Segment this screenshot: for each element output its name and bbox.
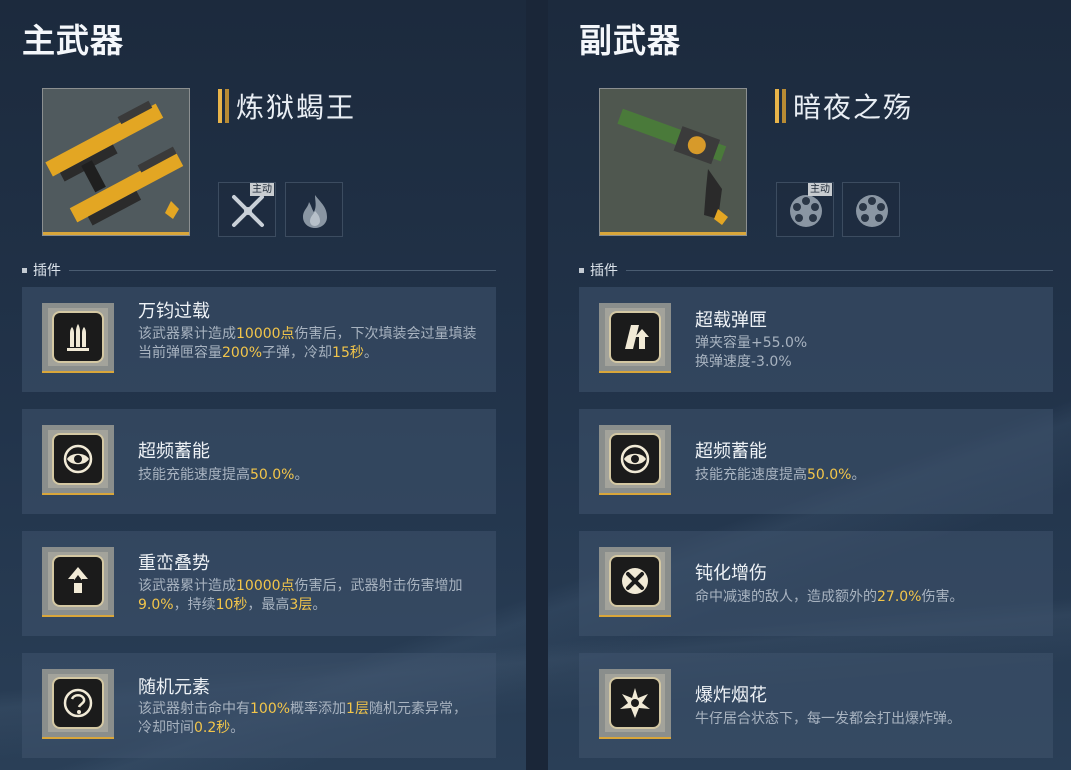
plugin-card[interactable]: 爆炸烟花 牛仔居合状态下，每一发都会打出爆炸弹。: [579, 653, 1053, 758]
revolver-image-icon: [600, 89, 746, 233]
column-divider: [526, 0, 548, 770]
passive-skill-slot[interactable]: [842, 182, 900, 237]
flame-icon: [303, 195, 327, 228]
weapon-name-block: 炼狱蝎王: [218, 88, 356, 124]
active-skill-slot[interactable]: 主动: [218, 182, 276, 237]
plugin-description: 牛仔居合状态下，每一发都会打出爆炸弹。: [695, 711, 961, 727]
crossed-guns-icon: [232, 195, 264, 227]
plugin-card[interactable]: 钝化增伤 命中减速的敌人，造成额外的27.0%伤害。: [579, 531, 1053, 636]
active-skill-slot[interactable]: 主动: [776, 182, 834, 237]
eye-icon: [63, 444, 93, 474]
arrow-up-icon: [68, 567, 88, 593]
plugin-title: 超载弹匣: [695, 310, 767, 331]
plugin-description: 该武器累计造成10000点伤害后，下次填装会过量填装当前弹匣容量200%子弹，冷…: [138, 326, 477, 361]
explosion-icon: [620, 688, 650, 718]
magazine-up-icon: [625, 325, 649, 349]
plugin-header: 插件: [579, 260, 1053, 280]
active-tag: 主动: [808, 183, 832, 196]
plugin-header: 插件: [22, 260, 496, 280]
plugin-icon-frame: [42, 669, 114, 739]
weapon-thumbnail[interactable]: [599, 88, 747, 236]
plugin-icon-frame: [42, 547, 114, 617]
crossed-blade-icon: [622, 568, 648, 594]
plugin-card[interactable]: 超载弹匣 弹夹容量+55.0% 换弹速度-3.0%: [579, 287, 1053, 392]
revolver-cylinder-icon: [790, 195, 822, 227]
rifle-image-icon: [43, 89, 189, 233]
section-title: 副武器: [579, 21, 681, 60]
plugin-title: 超频蓄能: [138, 441, 210, 462]
weapon-thumbnail[interactable]: [42, 88, 190, 236]
weapon-name: 暗夜之殇: [793, 91, 914, 124]
plugin-icon-frame: [599, 425, 671, 495]
plugin-card[interactable]: 超频蓄能 技能充能速度提高50.0%。: [22, 409, 496, 514]
eye-icon: [620, 444, 650, 474]
plugin-icon-frame: [42, 303, 114, 373]
plugin-title: 超频蓄能: [695, 441, 767, 462]
plugin-title: 重峦叠势: [138, 553, 210, 574]
random-element-icon: [63, 688, 93, 718]
name-marker: [218, 89, 229, 123]
name-marker: [775, 89, 786, 123]
plugin-icon-frame: [599, 547, 671, 617]
plugin-description: 该武器累计造成10000点伤害后，武器射击伤害增加9.0%，持续10秒，最高3层…: [138, 578, 463, 613]
active-tag: 主动: [250, 183, 274, 196]
revolver-cylinder-icon: [856, 195, 888, 227]
plugin-card[interactable]: 重峦叠势 该武器累计造成10000点伤害后，武器射击伤害增加9.0%，持续10秒…: [22, 531, 496, 636]
primary-weapon-panel: 主武器 炼狱蝎王 主动 插件 万钧过载 该武器累计造成10000点伤害后，下次填…: [0, 0, 526, 770]
weapon-name-block: 暗夜之殇: [775, 88, 913, 124]
plugin-description: 该武器射击命中有100%概率添加1层随机元素异常，冷却时间0.2秒。: [138, 701, 467, 736]
plugin-stat: 换弹速度-3.0%: [695, 354, 792, 370]
plugin-card[interactable]: 万钧过载 该武器累计造成10000点伤害后，下次填装会过量填装当前弹匣容量200…: [22, 287, 496, 392]
secondary-weapon-panel: 副武器 暗夜之殇 主动 插件 超载弹匣 弹夹容量+55.0% 换弹速度-3.0%…: [548, 0, 1071, 770]
plugin-icon-frame: [599, 303, 671, 373]
plugin-header-label: 插件: [33, 263, 61, 279]
plugin-icon-frame: [599, 669, 671, 739]
section-title: 主武器: [22, 21, 124, 60]
plugin-card[interactable]: 超频蓄能 技能充能速度提高50.0%。: [579, 409, 1053, 514]
plugin-card[interactable]: 随机元素 该武器射击命中有100%概率添加1层随机元素异常，冷却时间0.2秒。: [22, 653, 496, 758]
plugin-title: 钝化增伤: [695, 563, 767, 584]
plugin-icon-frame: [42, 425, 114, 495]
triple-bullet-icon: [67, 324, 89, 351]
plugin-description: 技能充能速度提高50.0%。: [695, 467, 866, 483]
plugin-description: 命中减速的敌人，造成额外的27.0%伤害。: [695, 589, 964, 605]
plugin-title: 爆炸烟花: [695, 685, 767, 706]
weapon-name: 炼狱蝎王: [236, 91, 357, 124]
plugin-title: 万钧过载: [138, 301, 210, 322]
plugin-stat: 弹夹容量+55.0%: [695, 335, 808, 351]
passive-skill-slot[interactable]: [285, 182, 343, 237]
plugin-description: 技能充能速度提高50.0%。: [138, 467, 309, 483]
plugin-header-label: 插件: [590, 263, 618, 279]
plugin-title: 随机元素: [138, 677, 210, 698]
